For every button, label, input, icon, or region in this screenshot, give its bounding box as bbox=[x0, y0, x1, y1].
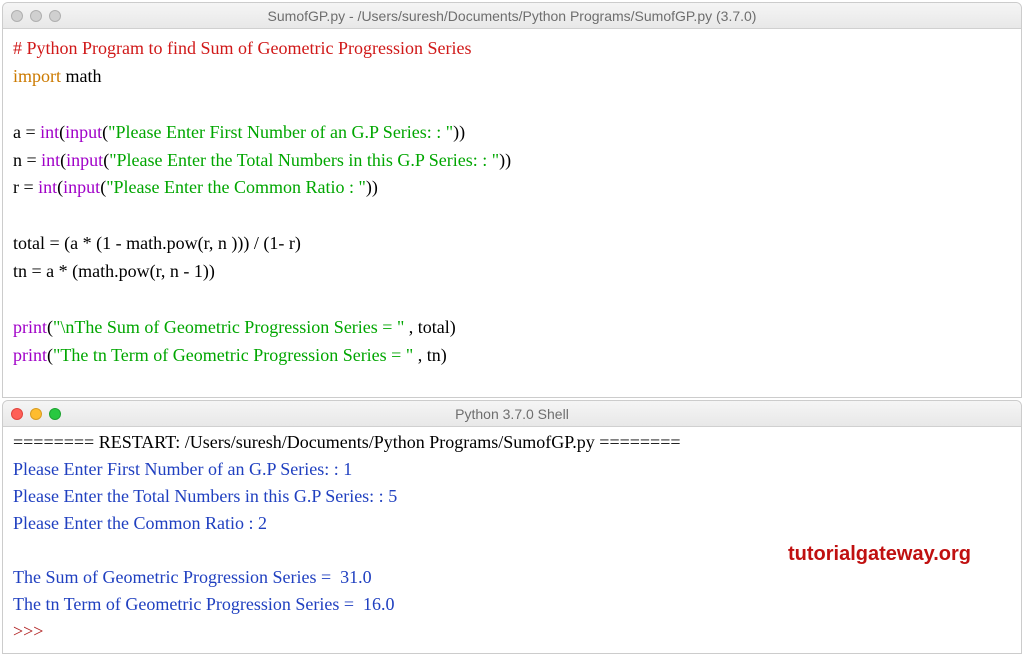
string-literal: "\nThe Sum of Geometric Progression Seri… bbox=[53, 317, 404, 337]
string-literal: "Please Enter the Common Ratio : " bbox=[106, 177, 366, 197]
shell-title: Python 3.7.0 Shell bbox=[11, 406, 1013, 422]
code-token: r = bbox=[13, 177, 38, 197]
builtin-input: input bbox=[65, 122, 102, 142]
code-editor[interactable]: # Python Program to find Sum of Geometri… bbox=[3, 29, 1021, 374]
shell-prompt: >>> bbox=[13, 621, 48, 641]
code-token: n = bbox=[13, 150, 41, 170]
shell-line: Please Enter the Common Ratio : 2 bbox=[13, 513, 267, 533]
shell-output[interactable]: ======== RESTART: /Users/suresh/Document… bbox=[3, 427, 1021, 645]
shell-restart-line: ======== RESTART: /Users/suresh/Document… bbox=[13, 432, 681, 452]
code-line: total = (a * (1 - math.pow(r, n ))) / (1… bbox=[13, 233, 301, 253]
code-token: )) bbox=[453, 122, 465, 142]
shell-line: Please Enter the Total Numbers in this G… bbox=[13, 486, 397, 506]
builtin-int: int bbox=[38, 177, 57, 197]
shell-line: Please Enter First Number of an G.P Seri… bbox=[13, 459, 352, 479]
shell-line: The Sum of Geometric Progression Series … bbox=[13, 567, 372, 587]
builtin-print: print bbox=[13, 317, 47, 337]
builtin-print: print bbox=[13, 345, 47, 365]
code-line: tn = a * (math.pow(r, n - 1)) bbox=[13, 261, 215, 281]
builtin-int: int bbox=[41, 150, 60, 170]
code-token: )) bbox=[499, 150, 511, 170]
code-token: , tn) bbox=[413, 345, 447, 365]
editor-title-bar[interactable]: SumofGP.py - /Users/suresh/Documents/Pyt… bbox=[3, 3, 1021, 29]
shell-line: The tn Term of Geometric Progression Ser… bbox=[13, 594, 394, 614]
code-token: )) bbox=[366, 177, 378, 197]
builtin-input: input bbox=[66, 150, 103, 170]
import-keyword: import bbox=[13, 66, 61, 86]
code-token: , total) bbox=[404, 317, 456, 337]
code-comment: # Python Program to find Sum of Geometri… bbox=[13, 38, 471, 58]
editor-window: SumofGP.py - /Users/suresh/Documents/Pyt… bbox=[2, 2, 1022, 398]
editor-title: SumofGP.py - /Users/suresh/Documents/Pyt… bbox=[11, 8, 1013, 24]
code-token: a = bbox=[13, 122, 40, 142]
shell-title-bar[interactable]: Python 3.7.0 Shell bbox=[3, 401, 1021, 427]
builtin-int: int bbox=[40, 122, 59, 142]
builtin-input: input bbox=[63, 177, 100, 197]
watermark-text: tutorialgateway.org bbox=[788, 539, 971, 569]
string-literal: "The tn Term of Geometric Progression Se… bbox=[53, 345, 413, 365]
string-literal: "Please Enter First Number of an G.P Ser… bbox=[108, 122, 453, 142]
import-name: math bbox=[61, 66, 102, 86]
string-literal: "Please Enter the Total Numbers in this … bbox=[109, 150, 499, 170]
shell-window: Python 3.7.0 Shell ======== RESTART: /Us… bbox=[2, 400, 1022, 654]
